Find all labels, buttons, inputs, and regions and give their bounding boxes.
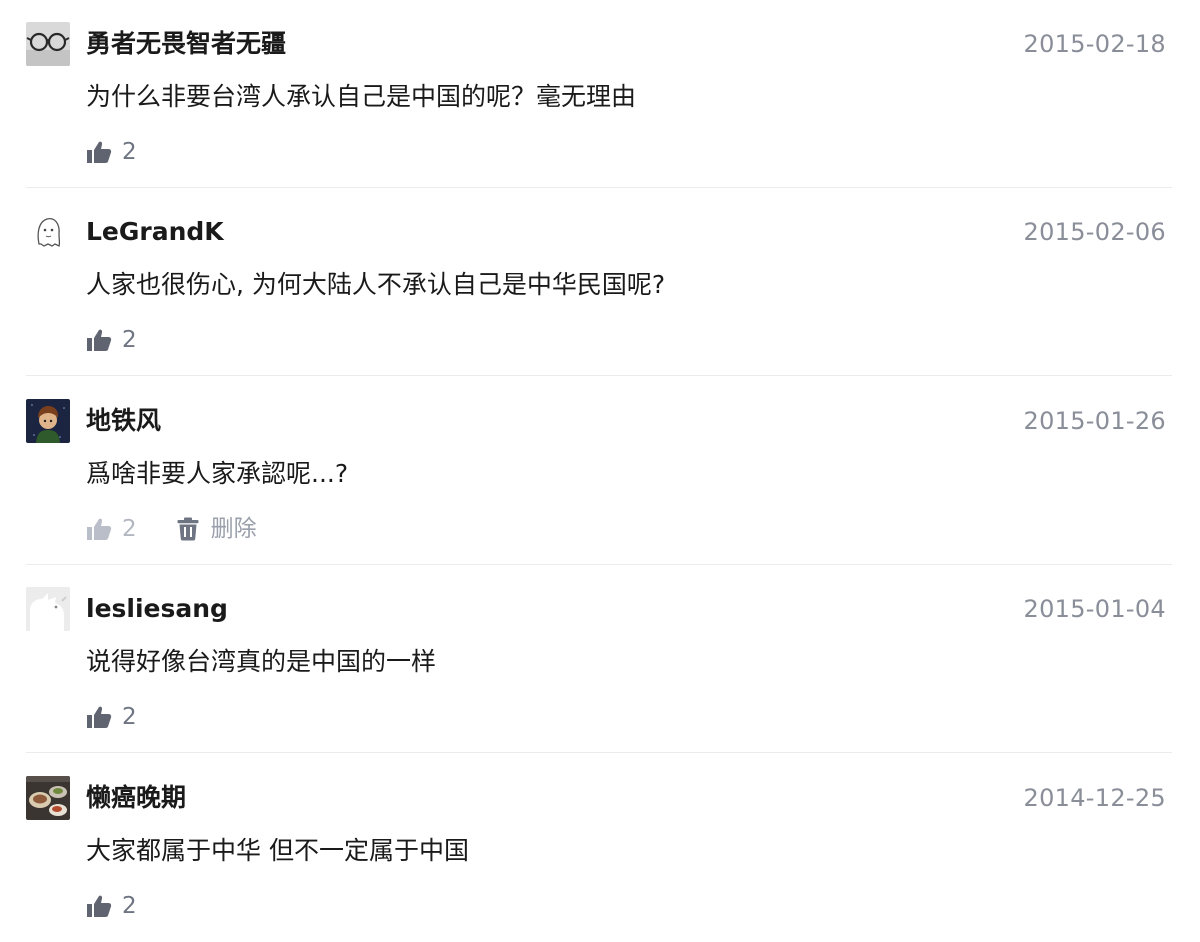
comment-text: 人家也很伤心, 为何大陆人不承认自己是中华民国呢? (86, 270, 666, 299)
username[interactable]: LeGrandK (86, 214, 224, 250)
thumbs-up-icon (87, 706, 112, 728)
username[interactable]: 地铁风 (86, 403, 161, 439)
delete-button[interactable]: 删除 (177, 515, 257, 543)
comment-text: 爲啥非要人家承認呢...? (86, 459, 349, 488)
ghost-sketch-avatar-icon (26, 210, 70, 254)
food-photo-avatar-icon (26, 776, 70, 820)
comment-actions: 2 (86, 326, 137, 354)
comment-item: lesliesang 2015-01-04 说得好像台湾真的是中国的一样 2 (26, 565, 1172, 753)
avatar[interactable] (26, 776, 70, 820)
comment-item: 懒癌晚期 2014-12-25 大家都属于中华 但不一定属于中国 2 (26, 754, 1172, 942)
comment-date: 2015-02-06 (1023, 218, 1166, 246)
comment-text: 大家都属于中华 但不一定属于中国 (86, 836, 469, 865)
like-count: 2 (122, 516, 137, 542)
thumbs-up-icon (87, 518, 112, 540)
avatar[interactable] (26, 399, 70, 443)
comment-actions: 2 (86, 138, 137, 166)
trash-icon (177, 517, 199, 541)
comment-actions: 2 (86, 892, 137, 920)
username[interactable]: 懒癌晚期 (86, 780, 186, 816)
avatar[interactable] (26, 587, 70, 631)
comment-date: 2015-01-04 (1023, 595, 1166, 623)
thumbs-up-icon (87, 895, 112, 917)
comment-item: LeGrandK 2015-02-06 人家也很伤心, 为何大陆人不承认自己是中… (26, 188, 1172, 376)
white-cat-avatar-icon (26, 587, 70, 631)
avatar[interactable] (26, 22, 70, 66)
comment-date: 2015-02-18 (1023, 30, 1166, 58)
username[interactable]: 勇者无畏智者无疆 (86, 26, 286, 62)
comment-item: 勇者无畏智者无疆 2015-02-18 为什么非要台湾人承认自己是中国的呢？毫无… (26, 0, 1172, 188)
like-button[interactable]: 2 (86, 892, 137, 920)
boy-night-avatar-icon (26, 399, 70, 443)
thumbs-up-icon (87, 141, 112, 163)
like-button[interactable]: 2 (86, 703, 137, 731)
glasses-avatar-icon (26, 22, 70, 66)
delete-label: 删除 (210, 516, 257, 542)
like-button[interactable]: 2 (86, 515, 137, 543)
like-count: 2 (122, 327, 137, 353)
comment-list: 勇者无畏智者无疆 2015-02-18 为什么非要台湾人承认自己是中国的呢？毫无… (0, 0, 1200, 941)
like-count: 2 (122, 704, 137, 730)
like-count: 2 (122, 139, 137, 165)
comment-actions: 2 (86, 703, 137, 731)
avatar[interactable] (26, 210, 70, 254)
comment-date: 2014-12-25 (1023, 784, 1166, 812)
username[interactable]: lesliesang (86, 591, 228, 627)
comment-date: 2015-01-26 (1023, 407, 1166, 435)
comment-text: 为什么非要台湾人承认自己是中国的呢？毫无理由 (86, 82, 637, 111)
comment-text: 说得好像台湾真的是中国的一样 (86, 647, 437, 676)
comment-actions: 2 删除 (86, 515, 257, 543)
like-button[interactable]: 2 (86, 326, 137, 354)
thumbs-up-icon (87, 329, 112, 351)
comment-item: 地铁风 2015-01-26 爲啥非要人家承認呢...? 2 删除 (26, 377, 1172, 565)
like-button[interactable]: 2 (86, 138, 137, 166)
like-count: 2 (122, 893, 137, 919)
